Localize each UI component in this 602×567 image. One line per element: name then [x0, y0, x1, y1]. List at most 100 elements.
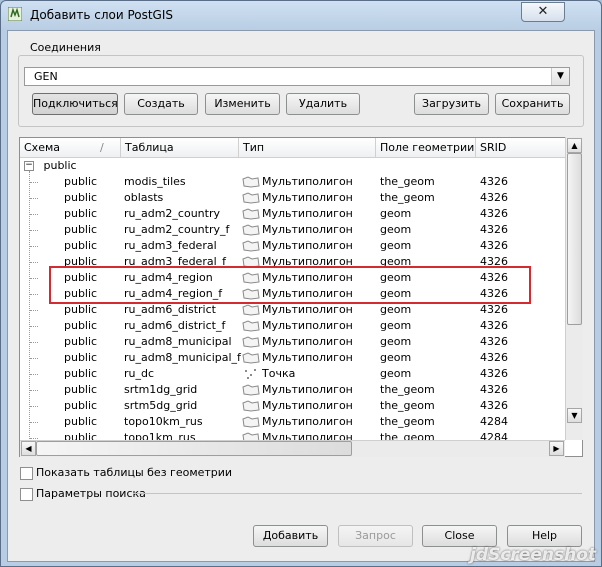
cell-table: ru_adm8_municipal — [124, 335, 232, 348]
column-header-geometry-field[interactable]: Поле геометрии — [376, 138, 476, 158]
connection-select-value: GEN — [34, 70, 58, 83]
show-no-geometry-label[interactable]: Показать таблицы без геометрии — [36, 466, 232, 479]
horizontal-scroll-thumb[interactable] — [36, 441, 352, 456]
cell-table: srtm1dg_grid — [124, 383, 198, 396]
cell-schema: public — [64, 239, 98, 252]
cell-geometry-field: geom — [380, 207, 412, 220]
polygon-layer-icon — [242, 384, 260, 396]
cell-srid: 4326 — [480, 223, 508, 236]
delete-connection-button[interactable]: Удалить — [286, 93, 360, 115]
cell-type: Мультиполигон — [262, 207, 353, 220]
cell-geometry-field: geom — [380, 223, 412, 236]
table-row[interactable]: public ru_adm6_district Мультиполигон geom 4… — [20, 302, 582, 318]
title-bar: Добавить слои PostGIS ✕ — [1, 1, 601, 29]
tree-connector — [30, 262, 38, 263]
cell-geometry-field: geom — [380, 319, 412, 332]
search-params-checkbox[interactable] — [20, 488, 33, 501]
cell-table: topo10km_rus — [124, 415, 203, 428]
search-params-label[interactable]: Параметры поиска — [36, 487, 146, 500]
scroll-up-arrow-icon[interactable]: ▲ — [567, 138, 582, 153]
horizontal-scrollbar[interactable]: ◀ ▶ — [20, 440, 565, 457]
polygon-layer-icon — [242, 304, 260, 316]
table-row[interactable]: public ru_adm3_federal Мультиполигон geom 43… — [20, 238, 582, 254]
cell-table: modis_tiles — [124, 175, 186, 188]
polygon-layer-icon — [242, 208, 260, 220]
cell-schema: public — [64, 415, 98, 428]
cell-schema: public — [64, 367, 98, 380]
cell-table: ru_adm2_country — [124, 207, 220, 220]
tree-connector — [30, 406, 38, 407]
connect-button[interactable]: Подключиться — [32, 93, 118, 115]
table-row[interactable]: public topo10km_rus Мультиполигон the_geom 4… — [20, 414, 582, 430]
cell-schema: public — [64, 399, 98, 412]
cell-table: ru_adm6_district — [124, 303, 216, 316]
show-no-geometry-checkbox[interactable] — [20, 467, 33, 480]
scroll-left-arrow-icon[interactable]: ◀ — [21, 441, 36, 456]
cell-geometry-field: the_geom — [380, 191, 435, 204]
cell-srid: 4326 — [480, 207, 508, 220]
cell-table: ru_adm8_municipal_f — [124, 351, 241, 364]
cell-type: Мультиполигон — [262, 175, 353, 188]
edit-connection-button[interactable]: Изменить — [205, 93, 280, 115]
cell-type: Мультиполигон — [262, 383, 353, 396]
postgis-elephant-icon — [8, 7, 22, 21]
cell-table: ru_dc — [124, 367, 155, 380]
table-row[interactable]: public ru_adm8_municipal Мультиполигон geom… — [20, 334, 582, 350]
scroll-right-arrow-icon[interactable]: ▶ — [549, 441, 564, 456]
table-row[interactable]: public srtm5dg_grid Мультиполигон the_geom 4… — [20, 398, 582, 414]
collapse-toggle-icon[interactable]: − — [24, 161, 34, 171]
cell-type: Мультиполигон — [262, 399, 353, 412]
cell-schema: public — [64, 303, 98, 316]
tree-connector — [30, 246, 38, 247]
add-button[interactable]: Добавить — [253, 525, 328, 547]
polygon-layer-icon — [242, 240, 260, 252]
cell-table: oblasts — [124, 191, 164, 204]
cell-type: Мультиполигон — [262, 319, 353, 332]
query-button[interactable]: Запрос — [338, 525, 413, 547]
tree-root-row[interactable]: − public — [24, 158, 77, 174]
load-connections-button[interactable]: Загрузить — [414, 93, 489, 115]
cell-schema: public — [64, 383, 98, 396]
connections-group — [18, 55, 584, 127]
cell-srid: 4326 — [480, 303, 508, 316]
table-row[interactable]: public oblasts Мультиполигон the_geom 4326 — [20, 190, 582, 206]
polygon-layer-icon — [242, 224, 260, 236]
chevron-down-icon[interactable]: ▼ — [551, 68, 569, 85]
table-row[interactable]: public ru_adm2_country_f Мультиполигон geom… — [20, 222, 582, 238]
cell-geometry-field: the_geom — [380, 415, 435, 428]
close-button[interactable]: Close — [422, 525, 497, 547]
save-connections-button[interactable]: Сохранить — [495, 93, 570, 115]
polygon-layer-icon — [242, 336, 260, 348]
table-row[interactable]: public ru_dc Точка geom 4326 — [20, 366, 582, 382]
create-connection-button[interactable]: Создать — [124, 93, 198, 115]
cell-schema: public — [64, 319, 98, 332]
column-header-schema[interactable]: Схема ∕ — [20, 138, 121, 158]
sort-indicator-icon: ∕ — [100, 141, 104, 154]
table-row[interactable]: public modis_tiles Мультиполигон the_geom 43… — [20, 174, 582, 190]
table-row[interactable]: public ru_adm8_municipal_f Мультиполигон ge… — [20, 350, 582, 366]
table-row[interactable]: public ru_adm6_district_f Мультиполигон geo… — [20, 318, 582, 334]
polygon-layer-icon — [242, 320, 260, 332]
column-header-schema-label: Схема — [24, 141, 60, 154]
tree-connector — [30, 198, 38, 199]
connection-select[interactable]: GEN ▼ — [24, 67, 570, 86]
window-close-button[interactable]: ✕ — [521, 2, 565, 22]
table-row[interactable]: public ru_adm2_country Мультиполигон geom 43… — [20, 206, 582, 222]
tree-connector — [30, 278, 38, 279]
scroll-down-arrow-icon[interactable]: ▼ — [567, 408, 582, 423]
cell-type: Мультиполигон — [262, 303, 353, 316]
help-button[interactable]: Help — [507, 525, 582, 547]
vertical-scrollbar[interactable]: ▲ ▼ — [565, 137, 583, 440]
table-row[interactable]: public srtm1dg_grid Мультиполигон the_geom 4… — [20, 382, 582, 398]
cell-table: ru_adm2_country_f — [124, 223, 230, 236]
vertical-scroll-thumb[interactable] — [567, 153, 582, 325]
column-header-type[interactable]: Тип — [239, 138, 376, 158]
cell-schema: public — [64, 175, 98, 188]
cell-srid: 4326 — [480, 191, 508, 204]
tree-connector — [30, 358, 38, 359]
point-layer-icon — [245, 369, 256, 379]
column-header-table[interactable]: Таблица — [121, 138, 239, 158]
cell-table: ru_adm6_district_f — [124, 319, 226, 332]
cell-schema: public — [64, 191, 98, 204]
cell-schema: public — [64, 351, 98, 364]
